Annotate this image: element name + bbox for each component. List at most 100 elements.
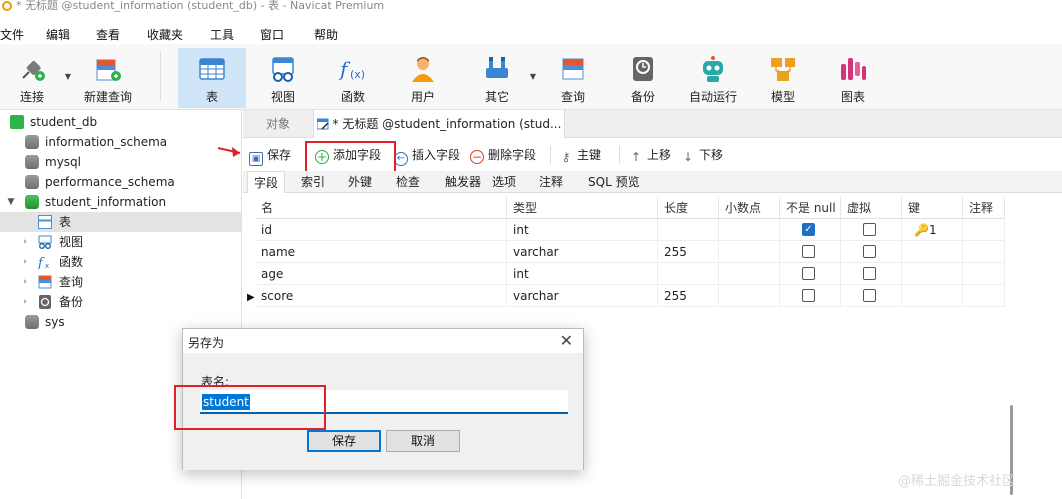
tree-node-views[interactable]: › 视图 [0,232,242,252]
toolbar-backup-button[interactable]: 备份 [612,48,674,108]
subtab-indexes[interactable]: 索引 [295,171,331,193]
cell-name[interactable]: age [255,263,507,285]
toolbar-table-button[interactable]: 表 [178,48,246,108]
subtab-fields[interactable]: 字段 [247,171,286,193]
cell-length[interactable]: 255 [658,241,719,263]
chevron-right-icon[interactable]: › [20,232,30,252]
not-null-checkbox[interactable] [802,245,815,258]
cell-decimals[interactable] [719,241,780,263]
cell-key[interactable] [902,241,963,263]
cell-name[interactable]: score [255,285,507,307]
column-header-name[interactable]: 名 [255,197,507,219]
toolbar-other-button[interactable]: 其它 ▼ [466,48,536,108]
tree-db-student-information[interactable]: ▼ student_information [0,192,242,212]
cell-comment[interactable] [963,241,1005,263]
move-down-button[interactable]: ↓ 下移 [681,146,723,164]
toolbar-model-button[interactable]: 模型 [752,48,814,108]
toolbar-automation-button[interactable]: 自动运行 [682,48,744,108]
cell-virtual[interactable] [841,219,902,241]
not-null-checkbox[interactable]: ✓ [802,223,815,236]
menu-favorites[interactable]: 收藏夹 [147,26,183,43]
cell-name[interactable]: name [255,241,507,263]
chevron-right-icon[interactable]: › [20,252,30,272]
column-header-type[interactable]: 类型 [507,197,658,219]
close-icon[interactable]: ✕ [560,331,573,350]
chevron-down-icon[interactable]: ▼ [65,72,71,81]
cell-not-null[interactable] [780,285,841,307]
toolbar-function-button[interactable]: f (x) 函数 [322,48,384,108]
not-null-checkbox[interactable] [802,267,815,280]
tab-objects[interactable]: 对象 [243,110,313,138]
cell-key[interactable]: 🔑1 [902,219,963,241]
column-header-decimals[interactable]: 小数点 [719,197,780,219]
tab-table-designer[interactable]: * 无标题 @student_information (stud... [313,110,565,138]
move-up-button[interactable]: ↑ 上移 [629,146,671,164]
tree-connection-student-db[interactable]: student_db [0,112,242,132]
tree-db-information-schema[interactable]: information_schema [0,132,242,152]
primary-key-button[interactable]: ⚷ 主键 [559,146,601,164]
virtual-checkbox[interactable] [863,223,876,236]
column-header-key[interactable]: 键 [902,197,963,219]
tree-node-tables[interactable]: 表 [0,212,242,232]
subtab-comment[interactable]: 注释 [533,171,569,193]
virtual-checkbox[interactable] [863,289,876,302]
cell-decimals[interactable] [719,285,780,307]
column-header-comment[interactable]: 注释 [963,197,1005,219]
cell-type[interactable]: int [507,219,658,241]
tree-node-backups[interactable]: › 备份 [0,292,242,312]
cell-type[interactable]: int [507,263,658,285]
cell-length[interactable]: 255 [658,285,719,307]
toolbar-chart-button[interactable]: 图表 [822,48,884,108]
menu-file[interactable]: 文件 [0,26,24,43]
menu-edit[interactable]: 编辑 [46,26,70,43]
toolbar-user-button[interactable]: 用户 [392,48,454,108]
cell-virtual[interactable] [841,263,902,285]
chevron-right-icon[interactable]: › [20,292,30,312]
not-null-checkbox[interactable] [802,289,815,302]
menu-help[interactable]: 帮助 [314,26,338,43]
cell-comment[interactable] [963,285,1005,307]
column-header-virtual[interactable]: 虚拟 [841,197,902,219]
subtab-sql-preview[interactable]: SQL 预览 [582,171,646,193]
chevron-right-icon[interactable]: › [20,272,30,292]
dialog-cancel-button[interactable]: 取消 [386,430,460,452]
toolbar-view-button[interactable]: 视图 [252,48,314,108]
cell-key[interactable] [902,285,963,307]
tree-node-functions[interactable]: › fx 函数 [0,252,242,272]
subtab-triggers[interactable]: 触发器 [439,171,487,193]
save-button[interactable]: ▣ 保存 [249,146,291,166]
cell-decimals[interactable] [719,219,780,241]
cell-not-null[interactable] [780,263,841,285]
virtual-checkbox[interactable] [863,267,876,280]
cell-type[interactable]: varchar [507,285,658,307]
chevron-down-icon[interactable]: ▼ [530,72,536,81]
tree-db-mysql[interactable]: mysql [0,152,242,172]
column-header-length[interactable]: 长度 [658,197,719,219]
cell-comment[interactable] [963,219,1005,241]
toolbar-connect-button[interactable]: 连接 ▼ [1,48,71,108]
cell-length[interactable] [658,219,719,241]
cell-comment[interactable] [963,263,1005,285]
insert-field-button[interactable]: ← 插入字段 [394,146,460,166]
column-header-not-null[interactable]: 不是 null [780,197,841,219]
subtab-options[interactable]: 选项 [486,171,522,193]
cell-type[interactable]: varchar [507,241,658,263]
subtab-foreign-keys[interactable]: 外键 [342,171,378,193]
delete-field-button[interactable]: − 删除字段 [470,146,536,164]
cell-not-null[interactable] [780,241,841,263]
chevron-down-icon[interactable]: ▼ [6,192,16,212]
menu-window[interactable]: 窗口 [260,26,284,43]
cell-virtual[interactable] [841,241,902,263]
menu-view[interactable]: 查看 [96,26,120,43]
toolbar-new-query-button[interactable]: 新建查询 [77,48,139,108]
cell-key[interactable] [902,263,963,285]
menu-tools[interactable]: 工具 [210,26,234,43]
cell-decimals[interactable] [719,263,780,285]
virtual-checkbox[interactable] [863,245,876,258]
subtab-checks[interactable]: 检查 [390,171,426,193]
cell-name[interactable]: id [255,219,507,241]
dialog-save-button[interactable]: 保存 [307,430,381,452]
tree-node-queries[interactable]: › 查询 [0,272,242,292]
cell-virtual[interactable] [841,285,902,307]
tree-db-performance-schema[interactable]: performance_schema [0,172,242,192]
